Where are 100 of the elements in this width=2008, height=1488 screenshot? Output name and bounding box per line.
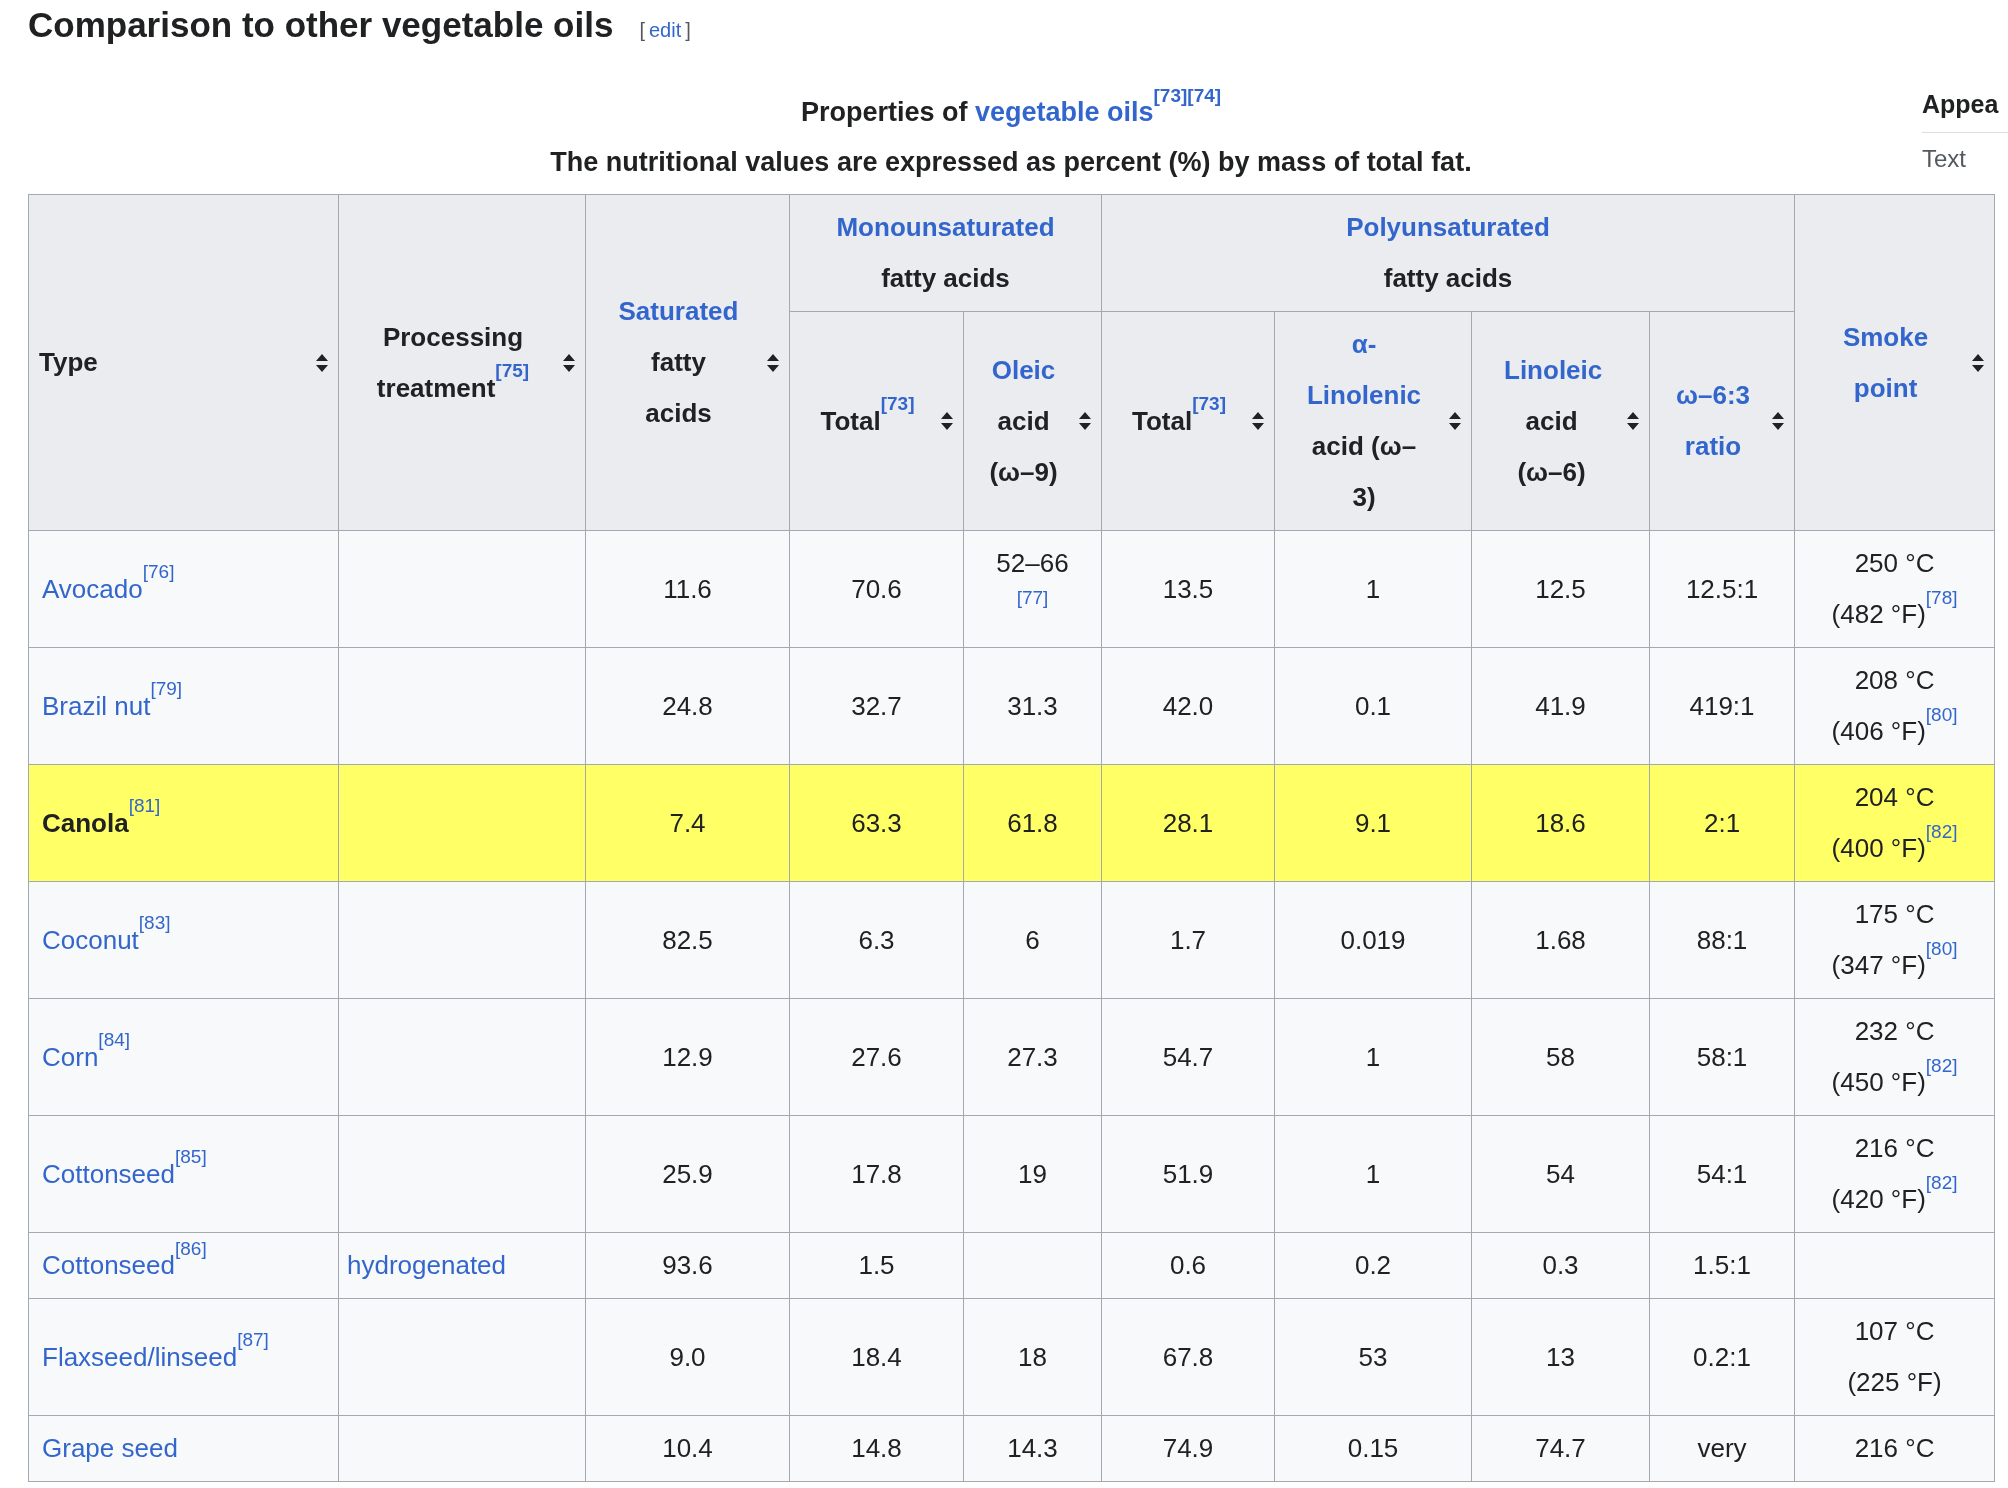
sort-icon[interactable] [1627, 412, 1639, 430]
cell-text: 0.019 [1340, 923, 1406, 957]
cell-text: 175 °C (347 °F)$^{[80]}$ [1830, 898, 1959, 982]
reference-link[interactable]: [83] [138, 912, 171, 933]
header-text: Processing treatment$^{[75]}$ [376, 321, 530, 403]
oil-link[interactable]: Coconut [42, 924, 139, 955]
reference-link[interactable]: [82] [1925, 1171, 1958, 1193]
oil-link[interactable]: Avocado [42, 573, 143, 604]
reference-link[interactable]: [75] [495, 360, 530, 381]
header-link[interactable]: α-Linolenic [1305, 319, 1423, 421]
reference-link[interactable]: [73] [1192, 393, 1226, 414]
edit-link[interactable]: edit [648, 15, 682, 45]
reference-link[interactable]: [87] [237, 1329, 269, 1350]
header-link[interactable]: Monounsaturated [836, 202, 1055, 253]
reference-link[interactable]: [82] [1925, 1054, 1958, 1076]
cell-text: 9.0 [669, 1340, 706, 1374]
sort-icon[interactable] [1449, 412, 1461, 430]
cell-text: 250 °C (482 °F)$^{[78]}$ [1830, 547, 1959, 631]
bracket: [ [639, 18, 645, 43]
cell-text: 74.9 [1162, 1432, 1214, 1465]
row-title: Canola [42, 807, 129, 838]
reference-link[interactable]: [73] [1153, 84, 1188, 106]
header-text: fatty acids [645, 347, 712, 428]
cell-text: 13.5 [1162, 572, 1214, 606]
sort-icon[interactable] [1772, 412, 1785, 430]
cell-text: 58 [1546, 1040, 1575, 1074]
cell-text: 11.6 [663, 572, 712, 606]
header-link[interactable]: ω–6:3 ratio [1668, 370, 1759, 472]
cell-text: 25.9 [662, 1157, 713, 1191]
sort-icon[interactable] [1972, 353, 1985, 372]
cell-text: 1 [1365, 1157, 1381, 1191]
cell-text: 82.5 [662, 923, 713, 957]
cell-text: 216 °C [1854, 1432, 1935, 1465]
cell-text: 31.3 [1007, 689, 1058, 723]
cell-text: 10.4 [662, 1432, 713, 1465]
cell-text: 61.8 [1007, 806, 1058, 840]
cell-text: 88:1 [1696, 923, 1748, 957]
reference-link[interactable]: [82] [1925, 820, 1958, 842]
cell-text: 1.5 [858, 1249, 895, 1282]
cell-text: 41.9 [1535, 689, 1586, 723]
sort-icon[interactable] [1079, 412, 1091, 430]
reference-link[interactable]: [77] [1016, 586, 1049, 608]
cell-text: 0.2:1 [1693, 1340, 1751, 1374]
cell-text: 24.8 [662, 689, 713, 723]
reference-link[interactable]: [78] [1925, 586, 1958, 608]
cell-text: 28.1 [1162, 806, 1214, 840]
reference-link[interactable]: [81] [128, 795, 161, 816]
sort-icon[interactable] [767, 353, 779, 372]
cell-text: 0.1 [1354, 689, 1392, 723]
cell-text: 53 [1358, 1340, 1388, 1374]
cell-text: 27.6 [851, 1040, 902, 1074]
header-link[interactable]: Oleic [978, 344, 1069, 396]
sidebar-item: Text [1922, 144, 1967, 174]
cell-text: 54:1 [1696, 1157, 1748, 1191]
cell-text: 54 [1546, 1157, 1575, 1191]
cell-text: 2:1 [1703, 806, 1741, 840]
reference-link[interactable]: [74] [1187, 84, 1222, 106]
cell-text: 93.6 [662, 1249, 713, 1282]
reference-link[interactable]: [73] [880, 393, 915, 414]
reference-link[interactable]: [80] [1925, 937, 1958, 959]
reference-link[interactable]: [79] [150, 678, 183, 699]
cell-text: 17.8 [851, 1157, 902, 1191]
cell-text: 70.6 [851, 572, 902, 606]
cell-text: 74.7 [1535, 1432, 1586, 1465]
header-link[interactable]: Saturated [616, 286, 741, 337]
header-text: acid (ω–9) [989, 405, 1058, 487]
cell-text: 107 °C (225 °F) [1846, 1315, 1943, 1399]
oil-link[interactable]: Cottonseed [42, 1158, 175, 1189]
cell-text: 14.3 [1007, 1432, 1058, 1465]
sort-icon[interactable] [1252, 412, 1264, 430]
caption-link[interactable]: vegetable oils [974, 97, 1154, 127]
reference-link[interactable]: [76] [142, 561, 175, 582]
reference-link[interactable]: [84] [98, 1029, 131, 1050]
cell-text: 1.7 [1169, 923, 1207, 957]
cell-text: 1 [1365, 572, 1381, 606]
table-note: The nutritional values are expressed as percent (%) by mass of total fat. [550, 146, 1472, 179]
bracket: ] [685, 18, 691, 43]
reference-link[interactable]: [80] [1925, 703, 1958, 725]
header-link[interactable]: Smoke point [1835, 311, 1936, 414]
cell-text: 419:1 [1689, 689, 1755, 723]
oil-link[interactable]: Brazil nut [42, 690, 151, 721]
cell-text: 204 °C (400 °F)$^{[82]}$ [1830, 781, 1959, 865]
sort-icon[interactable] [941, 412, 953, 430]
cell-text: 18 [1018, 1340, 1047, 1374]
oil-link[interactable]: Cottonseed [42, 1250, 175, 1280]
section-heading: Comparison to other vegetable oils [28, 4, 614, 46]
cell-text: 18.6 [1535, 806, 1586, 840]
reference-link[interactable]: [85] [175, 1146, 207, 1167]
sort-icon[interactable] [563, 353, 575, 372]
cell-text: 232 °C (450 °F)$^{[82]}$ [1830, 1015, 1959, 1099]
oil-link[interactable]: Flaxseed/linseed [42, 1341, 238, 1372]
sort-icon[interactable] [316, 353, 328, 372]
cell-text: 12.5 [1535, 572, 1586, 606]
oil-link[interactable]: Corn [42, 1041, 99, 1072]
reference-link[interactable]: [86] [175, 1237, 207, 1259]
sidebar-title: Appea [1922, 84, 2008, 133]
header-link[interactable]: Polyunsaturated [1346, 202, 1550, 253]
header-text: Type [39, 347, 98, 377]
oil-link[interactable]: Grape seed [42, 1433, 178, 1463]
cell-text: 7.4 [669, 806, 706, 840]
